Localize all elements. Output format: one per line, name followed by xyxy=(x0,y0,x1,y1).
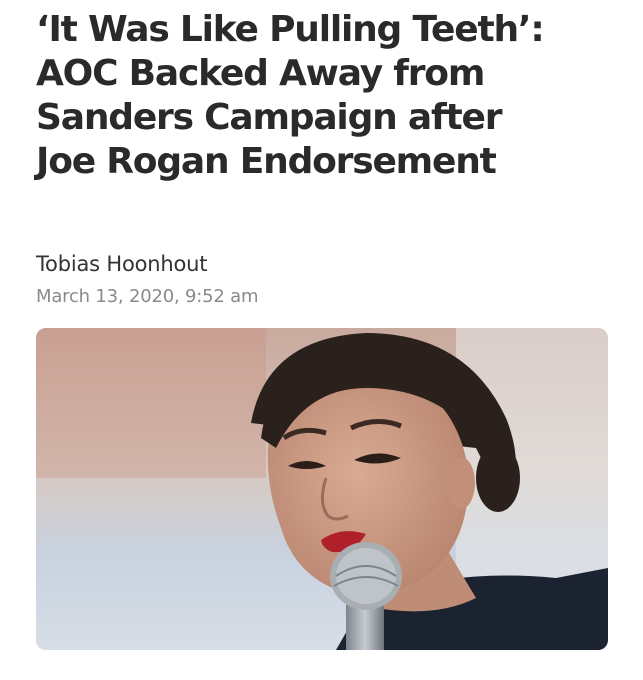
photo-illustration xyxy=(36,328,608,650)
author-name[interactable]: Tobias Hoonhout xyxy=(36,252,207,276)
headline-line: Sanders Campaign after xyxy=(36,97,502,138)
headline-line: AOC Backed Away from xyxy=(36,53,485,94)
article-photo[interactable] xyxy=(36,328,608,650)
headline[interactable]: ‘It Was Like Pulling Teeth’: AOC Backed … xyxy=(36,0,611,184)
article: ‘It Was Like Pulling Teeth’: AOC Backed … xyxy=(36,0,616,680)
headline-line: ‘It Was Like Pulling Teeth’: xyxy=(36,9,545,50)
publish-date: March 13, 2020, 9:52 am xyxy=(36,286,259,307)
headline-line: Joe Rogan Endorsement xyxy=(36,141,497,182)
